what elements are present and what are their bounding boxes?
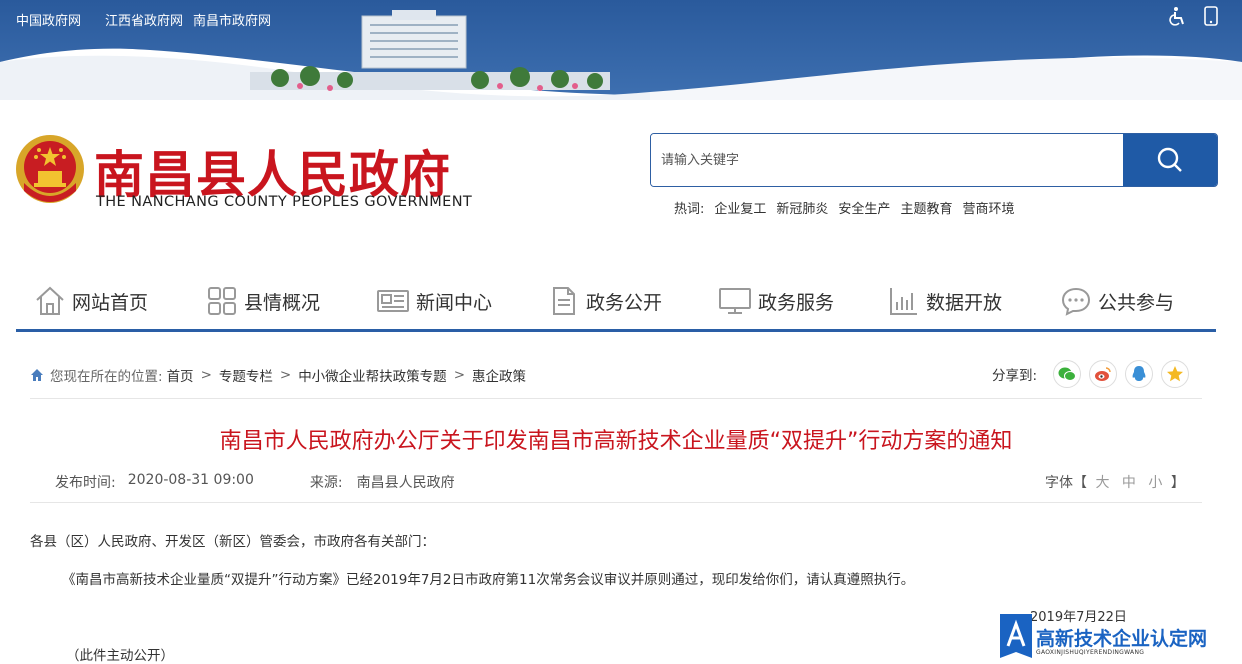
- watermark-subtitle: GAOXINJISHUQIYERENDINGWANG: [1036, 649, 1145, 656]
- logo-subtitle: THE NANCHANG COUNTY PEOPLES GOVERNMENT: [96, 194, 473, 210]
- breadcrumb-separator: >: [279, 367, 292, 383]
- top-link-gov-cn[interactable]: 中国政府网: [16, 10, 81, 29]
- search-button[interactable]: [1123, 134, 1217, 186]
- wechat-icon[interactable]: [1053, 360, 1082, 388]
- site-logo[interactable]: 南昌县人民政府 THE NANCHANG COUNTY PEOPLES GOVE…: [14, 133, 484, 213]
- article-paragraph: 《南昌市高新技术企业量质“双提升”行动方案》已经2019年7月2日市政府第11次…: [62, 572, 915, 588]
- hot-words-label: 热词:: [674, 202, 705, 217]
- nav-item-home[interactable]: 网站首页: [34, 276, 206, 326]
- font-size-label: 字体【: [1045, 475, 1087, 491]
- home-small-icon: [31, 369, 43, 381]
- font-size-switcher: 字体【 大 中 小 】: [1045, 472, 1185, 492]
- hot-word[interactable]: 营商环境: [962, 198, 1014, 217]
- watermark-title: 高新技术企业认定网: [1036, 628, 1208, 650]
- site-watermark: 高新技术企业认定网 GAOXINJISHUQIYERENDINGWANG: [996, 612, 1242, 662]
- search-icon: [1157, 147, 1182, 172]
- divider: [30, 502, 1202, 503]
- font-size-end: 】: [1170, 475, 1185, 491]
- font-size-large[interactable]: 大: [1095, 475, 1109, 491]
- hot-word[interactable]: 安全生产: [838, 198, 890, 217]
- search-bar: [650, 133, 1218, 187]
- chat-icon: [1061, 287, 1091, 316]
- publish-label: 发布时间:: [55, 475, 116, 491]
- monitor-icon: [719, 288, 751, 314]
- chart-icon: [890, 288, 917, 315]
- hot-word[interactable]: 主题教育: [900, 198, 952, 217]
- article-meta: 发布时间: 2020-08-31 09:00 来源: 南昌县人民政府: [55, 472, 455, 492]
- top-link-jiangxi[interactable]: 江西省政府网: [105, 10, 183, 29]
- breadcrumb-item[interactable]: 首页: [167, 365, 194, 385]
- hot-words: 热词: 企业复工 新冠肺炎 安全生产 主题教育 营商环境: [674, 198, 1014, 217]
- source-value: 南昌县人民政府: [356, 475, 455, 491]
- home-icon: [36, 286, 64, 315]
- qzone-icon[interactable]: [1161, 360, 1190, 388]
- breadcrumb-separator: >: [453, 367, 465, 383]
- header-banner: 中国政府网 江西省政府网 南昌市政府网: [0, 0, 1242, 100]
- qq-icon[interactable]: [1125, 360, 1154, 388]
- nav-item-gov-affairs[interactable]: 政务公开: [548, 276, 718, 326]
- search-input[interactable]: [651, 134, 1123, 186]
- nav-item-overview[interactable]: 县情概况: [206, 276, 376, 326]
- watermark-logo-icon: [1000, 614, 1032, 658]
- weibo-icon[interactable]: [1089, 360, 1118, 388]
- accessibility-icon[interactable]: [1168, 6, 1186, 26]
- national-emblem-icon: [16, 135, 84, 203]
- nav-item-label: 网站首页: [72, 291, 149, 314]
- article-title: 南昌市人民政府办公厅关于印发南昌市高新技术企业量质“双提升”行动方案的通知: [219, 429, 1013, 454]
- publish-time: 2020-08-31 09:00: [127, 472, 254, 488]
- top-links: 中国政府网 江西省政府网 南昌市政府网: [16, 10, 295, 29]
- nav-item-label: 公共参与: [1098, 291, 1175, 314]
- font-size-medium[interactable]: 中: [1122, 475, 1136, 491]
- nav-item-participation[interactable]: 公共参与: [1060, 276, 1210, 326]
- font-size-small[interactable]: 小: [1148, 475, 1162, 491]
- nav-item-label: 政务公开: [586, 291, 663, 314]
- document-icon: [553, 287, 575, 315]
- hot-word[interactable]: 企业复工: [714, 198, 766, 217]
- nav-item-label: 县情概况: [244, 291, 321, 314]
- breadcrumb-prefix: 您现在所在的位置:: [50, 369, 163, 385]
- breadcrumb-item[interactable]: 中小微企业帮扶政策专题: [298, 365, 447, 385]
- grid-icon: [208, 287, 236, 315]
- nav-item-open-data[interactable]: 数据开放: [888, 276, 1060, 326]
- article-paragraph: （此件主动公开）: [66, 648, 174, 664]
- nav-item-label: 政务服务: [758, 291, 835, 314]
- nav-item-news[interactable]: 新闻中心: [376, 276, 548, 326]
- top-icons: [1168, 6, 1222, 26]
- nav-item-label: 数据开放: [926, 291, 1003, 314]
- main-nav: 网站首页 县情概况 新闻中心 政务公开 政务服务 数据开放 公共参与: [16, 276, 1216, 332]
- mobile-icon[interactable]: [1204, 6, 1222, 26]
- share-label: 分享到:: [992, 368, 1038, 384]
- breadcrumb-item[interactable]: 专题专栏: [219, 365, 273, 385]
- news-icon: [377, 290, 409, 312]
- divider: [30, 398, 1202, 399]
- nav-item-label: 新闻中心: [416, 291, 493, 314]
- hot-word[interactable]: 新冠肺炎: [776, 198, 828, 217]
- article-paragraph: 各县（区）人民政府、开发区（新区）管委会，市政府各有关部门：: [30, 534, 435, 550]
- nav-item-services[interactable]: 政务服务: [718, 276, 888, 326]
- share-bar: 分享到:: [992, 360, 1190, 388]
- breadcrumb-separator: >: [200, 367, 212, 383]
- top-link-nanchang[interactable]: 南昌市政府网: [193, 10, 271, 29]
- breadcrumb: 您现在所在的位置: 首页 > 专题专栏 > 中小微企业帮扶政策专题 > 惠企政策: [30, 365, 526, 385]
- breadcrumb-item[interactable]: 惠企政策: [472, 365, 526, 385]
- source-label: 来源:: [309, 475, 343, 491]
